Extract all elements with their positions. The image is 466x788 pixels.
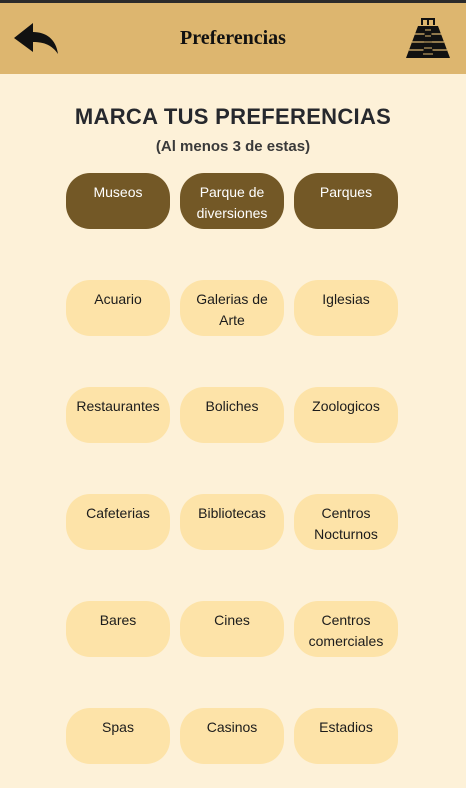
option-boliches[interactable]: Boliches <box>180 387 284 443</box>
option-museos[interactable]: Museos <box>66 173 170 229</box>
option-restaurantes[interactable]: Restaurantes <box>66 387 170 443</box>
option-parque-de-diversiones[interactable]: Parque de diversiones <box>180 173 284 229</box>
option-casinos[interactable]: Casinos <box>180 708 284 764</box>
option-label: Centros Nocturnos <box>314 505 378 542</box>
option-cafeterias[interactable]: Cafeterias <box>66 494 170 550</box>
option-label: Zoologicos <box>312 398 380 414</box>
option-label: Cines <box>214 612 250 628</box>
option-zoologicos[interactable]: Zoologicos <box>294 387 398 443</box>
option-label: Bares <box>99 612 137 628</box>
option-acuario[interactable]: Acuario <box>66 280 170 336</box>
option-label: Parque de diversiones <box>196 184 268 221</box>
option-spas[interactable]: Spas <box>66 708 170 764</box>
option-label: Bibliotecas <box>198 505 266 521</box>
option-label: Iglesias <box>322 291 370 307</box>
option-label: Cafeterias <box>86 505 150 521</box>
option-parques[interactable]: Parques <box>294 173 398 229</box>
option-label: Spas <box>102 719 134 735</box>
option-label: Galerias de Arte <box>196 291 268 328</box>
option-label: Restaurantes <box>76 398 160 414</box>
option-iglesias[interactable]: Iglesias <box>294 280 398 336</box>
option-label: Museos <box>93 184 143 200</box>
option-label: Estadios <box>319 719 373 735</box>
preferences-grid: Museos Parque de diversiones Parques Acu… <box>0 0 466 788</box>
option-label: Parques <box>319 184 373 200</box>
option-estadios[interactable]: Estadios <box>294 708 398 764</box>
option-centros-nocturnos[interactable]: Centros Nocturnos <box>294 494 398 550</box>
option-cines[interactable]: Cines <box>180 601 284 657</box>
option-centros-comerciales[interactable]: Centros comerciales <box>294 601 398 657</box>
option-label: Casinos <box>206 719 258 735</box>
option-bibliotecas[interactable]: Bibliotecas <box>180 494 284 550</box>
option-label: Boliches <box>205 398 259 414</box>
option-label: Acuario <box>94 291 142 307</box>
option-bares[interactable]: Bares <box>66 601 170 657</box>
option-label: Centros comerciales <box>308 612 384 649</box>
option-galerias-de-arte[interactable]: Galerias de Arte <box>180 280 284 336</box>
